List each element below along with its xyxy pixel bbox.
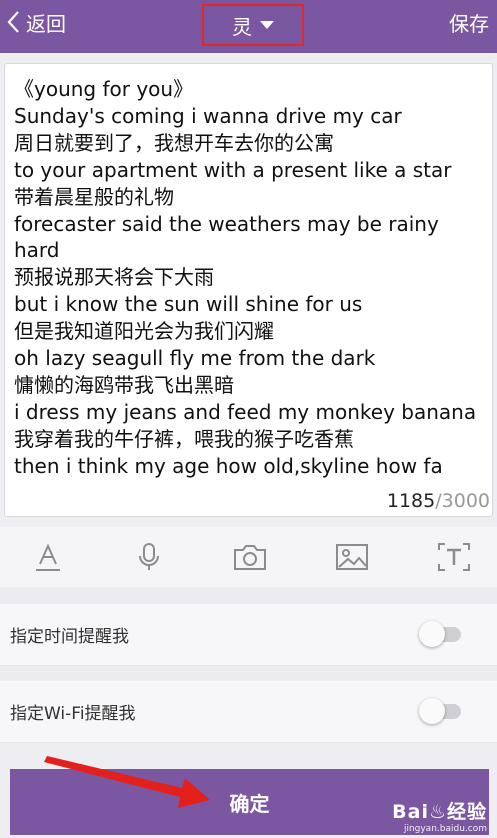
confirm-label: 确定 [229, 791, 270, 816]
wifi-reminder-toggle[interactable] [419, 698, 461, 724]
text-line: 预报说那天将会下大雨 [14, 265, 214, 290]
toggle-knob [419, 698, 445, 724]
watermark-url: jingyan.baidu.com [403, 824, 487, 834]
text-line: oh lazy seagull fly me from the dark [14, 346, 376, 371]
back-label: 返回 [26, 11, 66, 36]
category-dropdown[interactable]: 灵 [202, 4, 304, 46]
toggle-knob [419, 621, 445, 647]
text-line: 带着晨星般的礼物 [14, 184, 174, 209]
char-count: 1185 [386, 490, 436, 512]
save-label: 保存 [449, 11, 489, 36]
caret-down-icon [260, 21, 274, 29]
text-line: Sunday's coming i wanna drive my car [14, 103, 402, 128]
text-line: 《young for you》 [14, 77, 194, 101]
category-title: 灵 [232, 14, 252, 39]
microphone-icon[interactable] [134, 542, 164, 572]
text-line: 慵懒的海鸥带我飞出黑暗 [14, 372, 234, 397]
char-counter: 1185/3000 [387, 490, 490, 512]
note-text[interactable]: 《young for you》 Sunday's coming i wanna d… [14, 76, 486, 480]
text-line: but i know the sun will shine for us [14, 292, 363, 317]
wifi-reminder-label: 指定Wi-Fi提醒我 [10, 704, 136, 724]
text-line: to your apartment with a present like a … [14, 157, 452, 182]
wifi-reminder-row: 指定Wi-Fi提醒我 [0, 681, 497, 743]
chevron-left-icon [7, 11, 19, 33]
row-gap [0, 666, 497, 680]
text-format-icon[interactable] [33, 542, 63, 572]
time-reminder-toggle[interactable] [419, 621, 461, 647]
text-box-icon[interactable] [437, 542, 471, 572]
text-line: 周日就要到了，我想开车去你的公寓 [14, 130, 334, 155]
text-line: 我穿着我的牛仔裤，喂我的猴子吃香蕉 [14, 426, 354, 451]
note-editor[interactable]: 《young for you》 Sunday's coming i wanna d… [4, 63, 493, 517]
text-line: hard [14, 238, 60, 263]
time-reminder-label: 指定时间提醒我 [10, 627, 129, 647]
save-button[interactable]: 保存 [449, 0, 489, 44]
text-line: i dress my jeans and feed my monkey bana… [14, 399, 477, 424]
back-button[interactable]: 返回 [6, 0, 66, 44]
text-line: then i think my age how old,skyline how … [14, 453, 443, 478]
image-icon[interactable] [335, 542, 369, 572]
text-line: forecaster said the weathers may be rain… [14, 211, 439, 236]
char-max: /3000 [435, 490, 490, 512]
top-bar: 返回 灵 保存 [0, 0, 497, 53]
text-line: 但是我知道阳光会为我们闪耀 [14, 319, 274, 344]
baidu-watermark: Bai♨经验 jingyan.baidu.com [392, 797, 487, 834]
watermark-logo: Bai♨经验 [392, 801, 487, 823]
editor-toolbar [0, 527, 497, 587]
section-divider [0, 587, 497, 603]
camera-icon[interactable] [232, 542, 268, 572]
time-reminder-row: 指定时间提醒我 [0, 604, 497, 666]
